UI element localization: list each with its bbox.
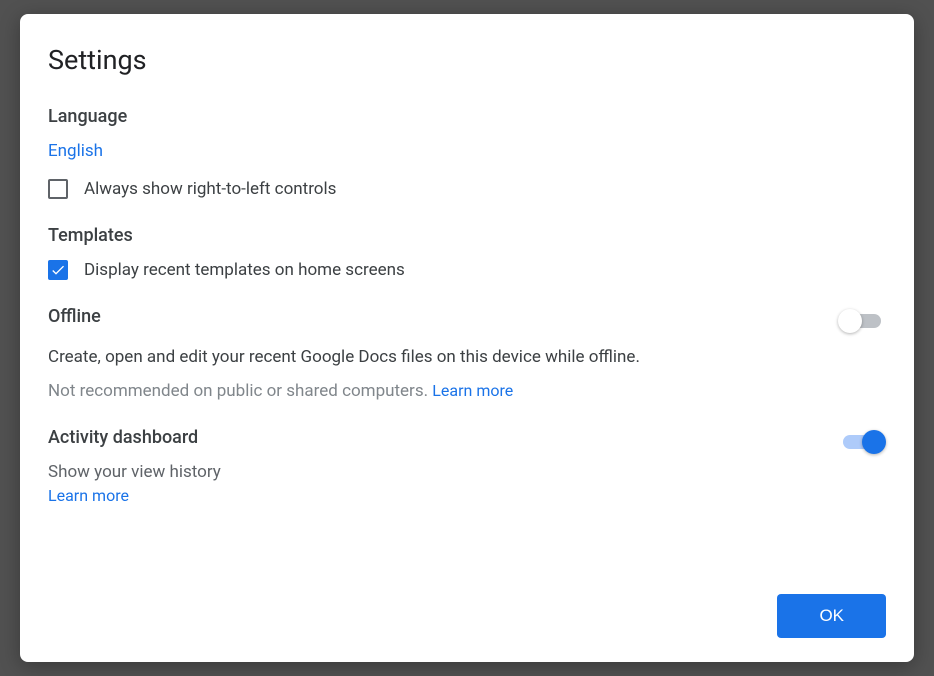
modal-footer: OK <box>48 594 886 638</box>
settings-title: Settings <box>48 44 886 76</box>
activity-description: Show your view history <box>48 462 221 482</box>
activity-toggle[interactable] <box>838 429 886 455</box>
activity-learn-more-link[interactable]: Learn more <box>48 486 129 505</box>
activity-left: Activity dashboard Show your view histor… <box>48 427 221 505</box>
rtl-checkbox[interactable] <box>48 179 68 199</box>
language-selected-link[interactable]: English <box>48 141 103 161</box>
toggle-thumb <box>862 430 886 454</box>
offline-learn-more-link[interactable]: Learn more <box>432 381 513 400</box>
offline-description: Create, open and edit your recent Google… <box>48 347 640 367</box>
templates-checkbox[interactable] <box>48 260 68 280</box>
offline-heading: Offline <box>48 306 640 327</box>
offline-section: Offline Create, open and edit your recen… <box>48 306 886 401</box>
language-heading: Language <box>48 106 886 127</box>
activity-heading: Activity dashboard <box>48 427 221 448</box>
toggle-thumb <box>838 309 862 333</box>
activity-section: Activity dashboard Show your view histor… <box>48 427 886 505</box>
templates-heading: Templates <box>48 225 886 246</box>
offline-toggle[interactable] <box>838 308 886 334</box>
checkmark-icon <box>50 262 66 278</box>
ok-button[interactable]: OK <box>777 594 886 638</box>
templates-checkbox-label: Display recent templates on home screens <box>84 260 405 280</box>
language-section: Language English Always show right-to-le… <box>48 106 886 199</box>
templates-checkbox-row: Display recent templates on home screens <box>48 260 886 280</box>
offline-left: Offline Create, open and edit your recen… <box>48 306 640 401</box>
rtl-checkbox-label: Always show right-to-left controls <box>84 179 336 199</box>
templates-section: Templates Display recent templates on ho… <box>48 225 886 280</box>
offline-warning: Not recommended on public or shared comp… <box>48 381 432 401</box>
settings-modal: Settings Language English Always show ri… <box>20 14 914 662</box>
rtl-checkbox-row: Always show right-to-left controls <box>48 179 886 199</box>
offline-warning-row: Not recommended on public or shared comp… <box>48 381 640 401</box>
